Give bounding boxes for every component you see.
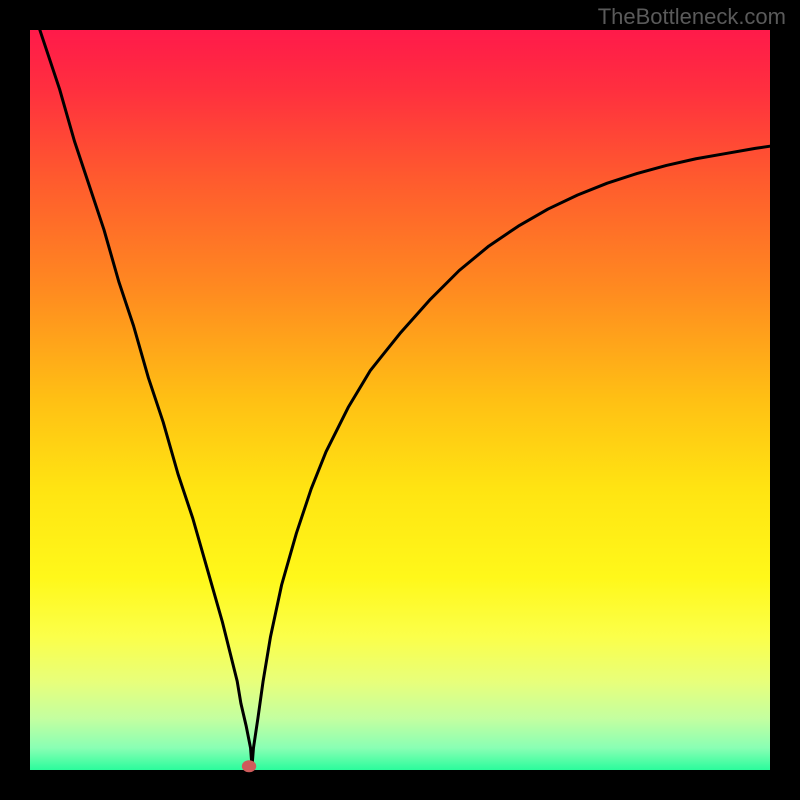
watermark-text: TheBottleneck.com [598, 4, 786, 30]
chart-background [30, 30, 770, 770]
optimal-point-marker [242, 760, 256, 772]
bottleneck-chart [0, 0, 800, 800]
chart-container: TheBottleneck.com [0, 0, 800, 800]
